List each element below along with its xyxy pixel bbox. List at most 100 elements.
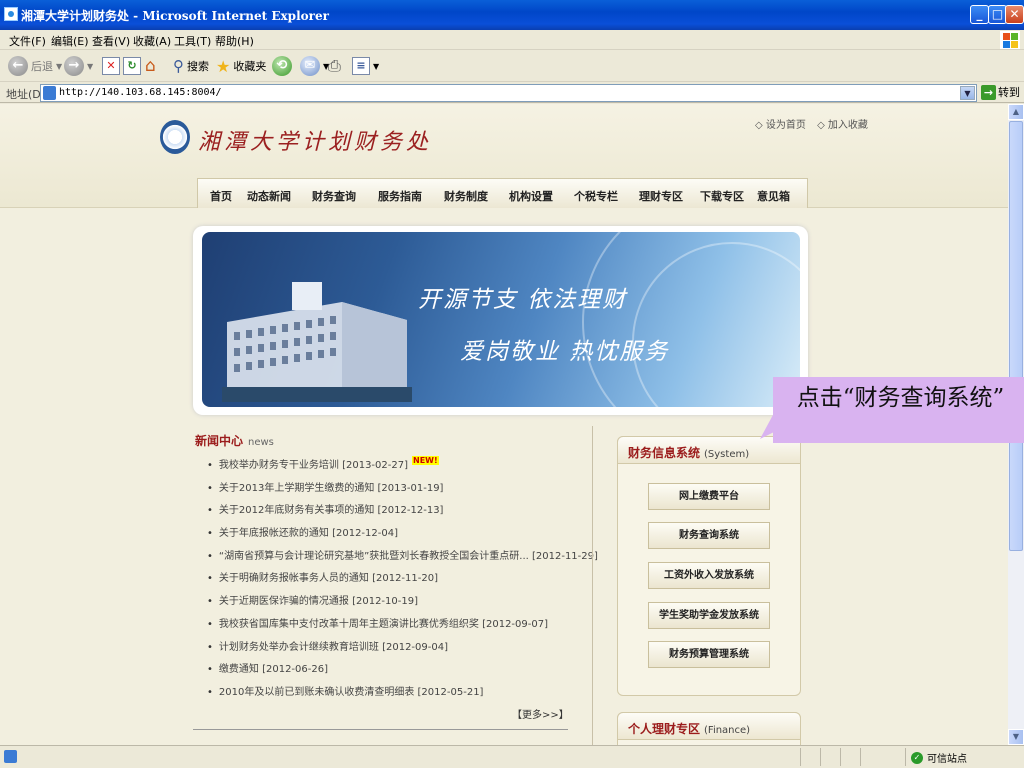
finance-query-system-button[interactable]: 财务查询系统	[648, 522, 770, 549]
history-button[interactable]: ⟲	[272, 55, 292, 77]
news-item[interactable]: “湖南省预算与会计理论研究基地”获批暨刘长春教授全国会计重点研... [2012…	[207, 547, 598, 570]
menu-favorites[interactable]: 收藏(A)	[133, 33, 171, 49]
search-button[interactable]: ⚲ 搜索	[173, 55, 209, 77]
ie-window-icon	[4, 7, 18, 21]
menu-edit[interactable]: 编辑(E)	[51, 33, 89, 49]
news-item[interactable]: 关于2013年上学期学生缴费的通知 [2013-01-19]	[207, 479, 598, 502]
nav-regulations[interactable]: 财务制度	[444, 188, 488, 204]
news-item-text: 我校举办财务专干业务培训 [2013-02-27]	[218, 460, 409, 471]
column-divider	[592, 426, 593, 745]
menu-tools[interactable]: 工具(T)	[174, 33, 211, 49]
menu-view[interactable]: 查看(V)	[92, 33, 130, 49]
browser-window: 湘潭大学计划财务处 - Microsoft Internet Explorer …	[0, 0, 1024, 768]
news-item[interactable]: 我校举办财务专干业务培训 [2013-02-27]NEW!	[207, 456, 598, 479]
edit-button[interactable]: ≡ ▼	[352, 55, 379, 77]
edit-page-icon: ≡	[352, 57, 370, 75]
nav-service-guide[interactable]: 服务指南	[378, 188, 422, 204]
back-arrow-icon: ←	[8, 56, 28, 76]
system-subtitle: (System)	[704, 449, 750, 460]
menu-help[interactable]: 帮助(H)	[215, 33, 254, 49]
address-dropdown-icon[interactable]: ▼	[960, 86, 975, 100]
building-illustration	[222, 282, 412, 402]
scroll-thumb[interactable]	[1009, 121, 1023, 551]
online-payment-button[interactable]: 网上缴费平台	[648, 483, 770, 510]
top-links: ◇ 设为首页 ◇ 加入收藏	[755, 116, 876, 131]
finance-title-text: 个人理财专区	[628, 722, 701, 736]
more-news-link[interactable]: 【更多>>】	[512, 706, 569, 721]
star-icon: ★	[216, 56, 231, 76]
address-url: http://140.103.68.145:8004/	[59, 87, 222, 98]
budget-system-button[interactable]: 财务预算管理系统	[648, 641, 770, 668]
mail-button[interactable]: ✉ ▼	[300, 55, 329, 77]
refresh-icon: ↻	[123, 57, 141, 75]
nav-home[interactable]: 首页	[210, 188, 232, 204]
address-input[interactable]: http://140.103.68.145:8004/ ▼	[40, 84, 977, 102]
scholarship-system-button[interactable]: 学生奖助学金发放系统	[648, 602, 770, 629]
banner-image: 开源节支 依法理财 爱岗敬业 热忱服务	[202, 232, 800, 407]
set-homepage-link[interactable]: ◇ 设为首页	[755, 120, 806, 131]
news-item-text: 缴费通知 [2012-06-26]	[218, 664, 329, 676]
extra-income-system-button[interactable]: 工资外收入发放系统	[648, 562, 770, 589]
banner-slogan-2: 爱岗敬业 热忱服务	[460, 339, 670, 365]
system-panel-title: 财务信息系统 (System)	[628, 444, 749, 461]
favorites-button[interactable]: ★ 收藏夹	[216, 55, 266, 77]
back-button[interactable]: ← 后退 ▼	[8, 55, 62, 77]
finance-panel-title: 个人理财专区 (Finance)	[628, 720, 750, 737]
go-button[interactable]: → 转到	[981, 84, 1020, 100]
zone-label: 可信站点	[927, 754, 967, 765]
close-button[interactable]: ✕	[1005, 5, 1024, 24]
scroll-up-icon[interactable]: ▲	[1008, 104, 1024, 120]
site-title: 湘潭大学计划财务处	[198, 130, 433, 155]
menu-file[interactable]: 文件(F)	[9, 33, 46, 49]
news-item[interactable]: 2010年及以前已到账未确认收费清查明细表 [2012-05-21]	[207, 683, 598, 706]
stop-icon: ✕	[102, 57, 120, 75]
nav-wealth[interactable]: 理财专区	[639, 188, 683, 204]
status-divider	[800, 748, 801, 766]
news-item[interactable]: 我校获省国库集中支付改革十周年主题演讲比赛优秀组织奖 [2012-09-07]	[207, 615, 598, 638]
forward-button[interactable]: → ▼	[64, 55, 93, 77]
back-label: 后退	[31, 60, 53, 73]
nav-suggestions[interactable]: 意见箱	[757, 188, 790, 204]
status-divider	[840, 748, 841, 766]
news-item[interactable]: 计划财务处举办会计继续教育培训班 [2012-09-04]	[207, 638, 598, 661]
news-item[interactable]: 缴费通知 [2012-06-26]	[207, 660, 598, 683]
news-item-text: 关于年底报帐还款的通知 [2012-12-04]	[218, 528, 399, 540]
news-subtitle: news	[248, 437, 274, 448]
nav-finance-query[interactable]: 财务查询	[312, 188, 356, 204]
university-seal-icon	[160, 120, 190, 154]
news-item-text: 计划财务处举办会计继续教育培训班 [2012-09-04]	[218, 641, 449, 653]
home-button[interactable]: ⌂	[145, 55, 156, 77]
mail-icon: ✉	[300, 56, 320, 76]
nav-tax[interactable]: 个税专栏	[574, 188, 618, 204]
scroll-down-icon[interactable]: ▼	[1008, 729, 1024, 745]
status-bar: ✓ 可信站点	[0, 745, 1024, 768]
nav-news[interactable]: 动态新闻	[247, 188, 291, 204]
news-item[interactable]: 关于2012年底财务有关事项的通知 [2012-12-13]	[207, 501, 598, 524]
status-divider	[905, 748, 906, 766]
nav-downloads[interactable]: 下载专区	[700, 188, 744, 204]
print-button[interactable]: ⎙	[328, 55, 341, 77]
news-item[interactable]: 关于年底报帐还款的通知 [2012-12-04]	[207, 524, 598, 547]
favorites-label: 收藏夹	[233, 60, 267, 73]
forward-arrow-icon: →	[64, 56, 84, 76]
news-item-text: 关于2013年上学期学生缴费的通知 [2013-01-19]	[218, 482, 444, 494]
security-zone: ✓ 可信站点	[911, 750, 967, 765]
news-title: 新闻中心	[195, 434, 244, 448]
news-item[interactable]: 关于明确财务报帐事务人员的通知 [2012-11-20]	[207, 569, 598, 592]
news-item[interactable]: 关于近期医保诈骗的情况通报 [2012-10-19]	[207, 592, 598, 615]
add-favorite-link[interactable]: ◇ 加入收藏	[817, 120, 868, 131]
go-arrow-icon: →	[981, 84, 996, 100]
page-status-icon	[4, 750, 17, 763]
stop-button[interactable]: ✕	[102, 55, 120, 77]
refresh-button[interactable]: ↻	[123, 55, 141, 77]
nav-organization[interactable]: 机构设置	[509, 188, 553, 204]
finance-subtitle: (Finance)	[704, 725, 751, 736]
minimize-button[interactable]: _	[970, 5, 989, 24]
title-bar[interactable]: 湘潭大学计划财务处 - Microsoft Internet Explorer …	[0, 0, 1024, 30]
status-divider	[820, 748, 821, 766]
toolbar: ← 后退 ▼ → ▼ ✕ ↻ ⌂ ⚲ 搜索 ★ 收藏夹 ⟲ ✉ ▼ ⎙ ≡ ▼	[0, 50, 1024, 82]
search-label: 搜索	[187, 60, 209, 73]
home-icon: ⌂	[145, 56, 156, 76]
finance-panel-header: 个人理财专区 (Finance)	[617, 712, 801, 740]
new-badge: NEW!	[412, 456, 439, 465]
